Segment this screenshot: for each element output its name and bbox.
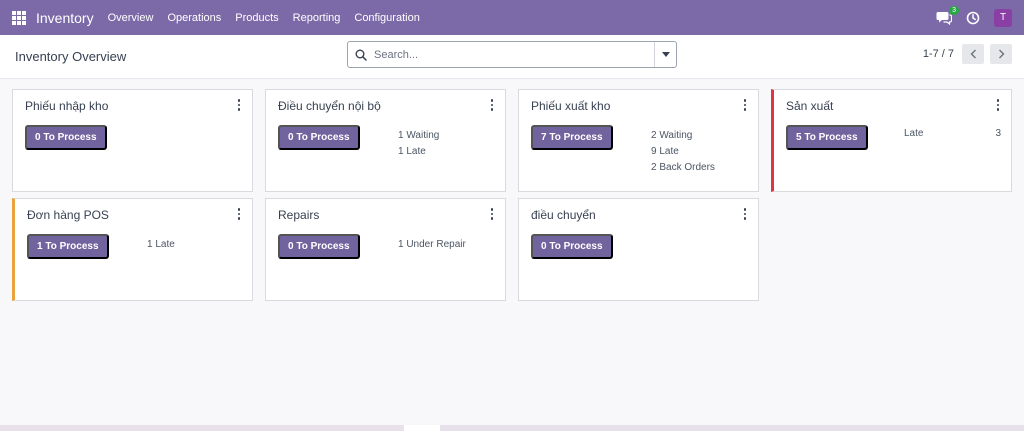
top-navbar: Inventory Overview Operations Products R… — [0, 0, 1024, 35]
to-process-button[interactable]: 0 To Process — [278, 125, 360, 150]
card-stats: 2 Waiting 9 Late 2 Back Orders — [651, 128, 715, 176]
chevron-left-icon — [970, 49, 976, 59]
user-avatar[interactable]: T — [994, 8, 1012, 27]
navbar-systray: 3 T — [936, 5, 1012, 27]
card-menu-kebab-icon[interactable] — [489, 208, 495, 220]
to-process-button[interactable]: 7 To Process — [531, 125, 613, 150]
pager-next-button[interactable] — [990, 44, 1012, 64]
main-menu: Overview Operations Products Reporting C… — [108, 12, 420, 24]
card-title[interactable]: Phiếu nhập kho — [25, 99, 108, 113]
to-process-button[interactable]: 0 To Process — [278, 234, 360, 259]
search-box — [347, 41, 677, 68]
card-title[interactable]: Đơn hàng POS — [27, 208, 109, 222]
stat-waiting-link[interactable]: 2 Waiting — [651, 128, 715, 144]
stat-back-orders-link[interactable]: 2 Back Orders — [651, 160, 715, 176]
card-stats: 1 Late — [147, 237, 175, 253]
operation-card-transfer: điều chuyển 0 To Process — [518, 198, 759, 301]
chevron-right-icon — [998, 49, 1004, 59]
operation-card-pos-orders: Đơn hàng POS 1 To Process 1 Late — [12, 198, 253, 301]
to-process-button[interactable]: 0 To Process — [25, 125, 107, 150]
caret-down-icon — [661, 52, 670, 57]
card-stats: 1 Waiting 1 Late — [398, 128, 439, 160]
stat-late-count[interactable]: 3 — [995, 128, 1001, 139]
card-menu-kebab-icon[interactable] — [742, 99, 748, 111]
operation-card-delivery: Phiếu xuất kho 7 To Process 2 Waiting 9 … — [518, 89, 759, 192]
card-title[interactable]: Điều chuyển nội bộ — [278, 99, 381, 113]
card-title[interactable]: Phiếu xuất kho — [531, 99, 610, 113]
app-brand[interactable]: Inventory — [36, 10, 94, 26]
search-icon — [348, 49, 374, 61]
messages-button[interactable]: 3 — [936, 5, 959, 25]
search-input[interactable] — [374, 48, 654, 61]
stat-late-link[interactable]: 9 Late — [651, 144, 715, 160]
messages-count-badge: 3 — [949, 5, 959, 15]
apps-menu-icon[interactable] — [12, 10, 26, 25]
control-panel: Inventory Overview 1-7 / 7 — [0, 35, 1024, 79]
operation-card-manufacturing: Sản xuất 5 To Process Late 3 — [771, 89, 1012, 192]
card-menu-kebab-icon[interactable] — [236, 208, 242, 220]
stat-late-link[interactable]: 1 Late — [398, 144, 439, 160]
bottom-edge-strip — [0, 425, 1024, 431]
stat-waiting-link[interactable]: 1 Waiting — [398, 128, 439, 144]
stat-under-repair-link[interactable]: 1 Under Repair — [398, 237, 466, 253]
page-title: Inventory Overview — [15, 49, 127, 64]
card-stats: 1 Under Repair — [398, 237, 466, 253]
to-process-button[interactable]: 1 To Process — [27, 234, 109, 259]
operation-card-receipts: Phiếu nhập kho 0 To Process — [12, 89, 253, 192]
operation-card-internal-transfer: Điều chuyển nội bộ 0 To Process 1 Waitin… — [265, 89, 506, 192]
card-menu-kebab-icon[interactable] — [489, 99, 495, 111]
stat-late-label[interactable]: Late — [904, 128, 923, 139]
card-menu-kebab-icon[interactable] — [236, 99, 242, 111]
card-title[interactable]: Repairs — [278, 208, 319, 222]
activity-clock-icon[interactable] — [966, 11, 980, 25]
stat-late-link[interactable]: 1 Late — [147, 237, 175, 253]
search-options-toggle[interactable] — [654, 42, 676, 67]
card-title[interactable]: Sản xuất — [786, 99, 833, 113]
operation-card-repairs: Repairs 0 To Process 1 Under Repair — [265, 198, 506, 301]
menu-item-reporting[interactable]: Reporting — [293, 12, 341, 24]
menu-item-products[interactable]: Products — [235, 12, 278, 24]
pager-previous-button[interactable] — [962, 44, 984, 64]
card-menu-kebab-icon[interactable] — [995, 99, 1001, 111]
card-title[interactable]: điều chuyển — [531, 208, 596, 222]
pager-value[interactable]: 1-7 / 7 — [923, 48, 954, 60]
card-menu-kebab-icon[interactable] — [742, 208, 748, 220]
to-process-button[interactable]: 0 To Process — [531, 234, 613, 259]
menu-item-configuration[interactable]: Configuration — [354, 12, 419, 24]
pager: 1-7 / 7 — [923, 44, 1012, 64]
menu-item-overview[interactable]: Overview — [108, 12, 154, 24]
menu-item-operations[interactable]: Operations — [167, 12, 221, 24]
to-process-button[interactable]: 5 To Process — [786, 125, 868, 150]
